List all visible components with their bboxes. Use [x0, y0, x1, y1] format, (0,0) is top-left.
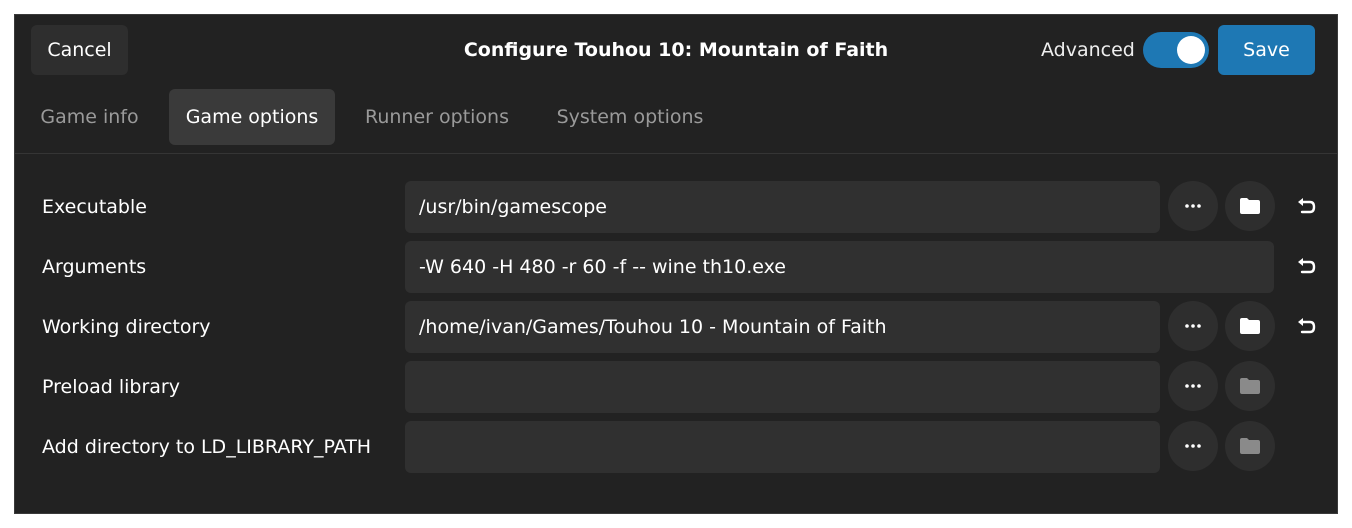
configure-game-dialog: Cancel Configure Touhou 10: Mountain of …	[14, 14, 1338, 514]
preload-library-label: Preload library	[42, 376, 180, 398]
working-directory-reset-button[interactable]	[1291, 301, 1321, 353]
tab-runner-options[interactable]: Runner options	[351, 89, 523, 145]
more-horizontal-icon	[1185, 204, 1201, 208]
executable-browse-button[interactable]	[1225, 181, 1275, 231]
row-ld-library-path: Add directory to LD_LIBRARY_PATH	[15, 421, 1337, 473]
tab-divider	[15, 153, 1337, 154]
ld-library-path-input[interactable]	[405, 421, 1160, 473]
row-working-directory: Working directory /home/ivan/Games/Touho…	[15, 301, 1337, 353]
ld-library-path-label: Add directory to LD_LIBRARY_PATH	[42, 436, 372, 458]
working-directory-label: Working directory	[42, 316, 211, 338]
tab-bar: Game info Game options Runner options Sy…	[15, 89, 1337, 147]
header-bar: Cancel Configure Touhou 10: Mountain of …	[15, 15, 1337, 85]
dialog-title: Configure Touhou 10: Mountain of Faith	[463, 39, 889, 61]
more-horizontal-icon	[1185, 384, 1201, 388]
folder-icon	[1239, 437, 1261, 455]
cancel-button[interactable]: Cancel	[31, 25, 128, 75]
advanced-label: Advanced	[1041, 39, 1135, 61]
folder-icon	[1239, 197, 1261, 215]
tab-system-options[interactable]: System options	[542, 89, 718, 145]
working-directory-browse-button[interactable]	[1225, 301, 1275, 351]
more-horizontal-icon	[1185, 444, 1201, 448]
executable-label: Executable	[42, 196, 147, 218]
tab-game-options[interactable]: Game options	[169, 89, 335, 145]
folder-icon	[1239, 317, 1261, 335]
working-directory-more-button[interactable]	[1168, 301, 1218, 351]
row-preload-library: Preload library	[15, 361, 1337, 413]
ld-library-path-browse-button[interactable]	[1225, 421, 1275, 471]
undo-icon	[1296, 317, 1316, 337]
undo-icon	[1296, 197, 1316, 217]
undo-icon	[1296, 257, 1316, 277]
arguments-label: Arguments	[42, 256, 147, 278]
row-executable: Executable /usr/bin/gamescope	[15, 181, 1337, 233]
preload-library-input[interactable]	[405, 361, 1160, 413]
ld-library-path-more-button[interactable]	[1168, 421, 1218, 471]
row-arguments: Arguments -W 640 -H 480 -r 60 -f -- wine…	[15, 241, 1337, 293]
working-directory-input[interactable]: /home/ivan/Games/Touhou 10 - Mountain of…	[405, 301, 1160, 353]
save-button[interactable]: Save	[1218, 25, 1315, 75]
preload-library-browse-button[interactable]	[1225, 361, 1275, 411]
executable-input[interactable]: /usr/bin/gamescope	[405, 181, 1160, 233]
tab-game-info[interactable]: Game info	[27, 89, 152, 145]
preload-library-more-button[interactable]	[1168, 361, 1218, 411]
executable-more-button[interactable]	[1168, 181, 1218, 231]
advanced-toggle[interactable]	[1143, 32, 1209, 68]
executable-reset-button[interactable]	[1291, 181, 1321, 233]
folder-icon	[1239, 377, 1261, 395]
arguments-reset-button[interactable]	[1291, 241, 1321, 293]
arguments-input[interactable]: -W 640 -H 480 -r 60 -f -- wine th10.exe	[405, 241, 1274, 293]
toggle-knob	[1177, 36, 1205, 64]
more-horizontal-icon	[1185, 324, 1201, 328]
